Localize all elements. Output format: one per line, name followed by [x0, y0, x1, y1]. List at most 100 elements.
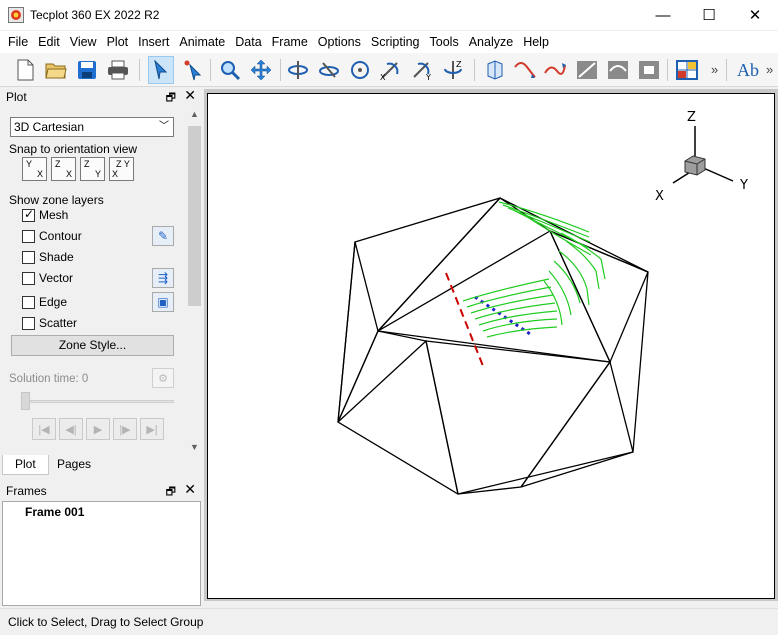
edge-checkbox[interactable]	[22, 295, 35, 309]
open-icon[interactable]	[43, 56, 69, 84]
tecplot-app-icon	[8, 7, 24, 23]
zone-layers-label: Show zone layers	[9, 193, 104, 207]
menu-analyze[interactable]: Analyze	[464, 31, 518, 53]
menu-insert[interactable]: Insert	[133, 31, 174, 53]
menu-help[interactable]: Help	[518, 31, 554, 53]
translate-icon[interactable]	[248, 56, 274, 84]
text-icon[interactable]: Ab	[733, 56, 763, 84]
solution-time-settings-icon[interactable]: ⚙	[152, 368, 174, 388]
close-button[interactable]: ✕	[732, 0, 778, 30]
toolbar-overflow-icon[interactable]: »	[711, 62, 718, 77]
frame-list-item[interactable]: Frame 001	[25, 505, 84, 519]
solution-time-slider[interactable]	[22, 400, 174, 403]
layer-contour-label: Contour	[39, 229, 82, 243]
step-back-icon[interactable]: ◀|	[59, 418, 83, 440]
plot-type-select[interactable]: 3D Cartesian ﹀	[10, 117, 174, 137]
isosurface-icon[interactable]	[605, 56, 631, 84]
slice-icon[interactable]	[574, 56, 600, 84]
frame-icon[interactable]	[674, 56, 700, 84]
layer-vector[interactable]: Vector	[22, 269, 73, 287]
menu-data[interactable]: Data	[230, 31, 266, 53]
menu-file[interactable]: File	[3, 31, 33, 53]
edge-details-icon[interactable]: ▣	[152, 292, 174, 312]
scatter-checkbox[interactable]	[22, 316, 35, 330]
mesh-wireframe	[337, 197, 649, 495]
layer-shade[interactable]: Shade	[22, 248, 74, 266]
snap-view-zx[interactable]: Z X	[51, 157, 76, 181]
axis-y-label: Y	[739, 178, 748, 193]
scroll-up-icon[interactable]: ▲	[190, 109, 199, 119]
minimize-button[interactable]: —	[640, 0, 686, 30]
layer-scatter[interactable]: Scatter	[22, 314, 77, 332]
plot-frame[interactable]: Z X Y	[207, 93, 775, 599]
mesh-checkbox[interactable]	[22, 207, 35, 222]
snap-view-3d[interactable]: Z Y X	[109, 157, 134, 181]
play-icon[interactable]: ▶	[86, 418, 110, 440]
status-text: Click to Select, Drag to Select Group	[8, 615, 204, 629]
zone-icon[interactable]	[636, 56, 662, 84]
rotate-about-z-icon[interactable]: Z	[440, 56, 466, 84]
menu-options[interactable]: Options	[313, 31, 366, 53]
layer-vector-label: Vector	[39, 271, 74, 285]
toolbar-overflow-icon-2[interactable]: »	[766, 62, 773, 77]
layer-contour[interactable]: Contour	[22, 227, 82, 245]
skip-to-end-icon[interactable]: ▶|	[140, 418, 164, 440]
tab-pages[interactable]: Pages	[45, 455, 103, 475]
plot-sidebar: 3D Cartesian ﹀ Snap to orientation view …	[0, 106, 186, 454]
layer-edge[interactable]: Edge	[22, 293, 67, 311]
slider-thumb[interactable]	[21, 392, 30, 410]
restore-icon[interactable]: 🗗	[166, 483, 176, 502]
rotate-x-icon[interactable]	[285, 56, 311, 84]
menu-tools[interactable]: Tools	[425, 31, 464, 53]
menu-edit[interactable]: Edit	[33, 31, 65, 53]
contour-checkbox[interactable]	[22, 229, 35, 243]
scroll-down-icon[interactable]: ▼	[190, 442, 199, 452]
solution-time-value: 0	[81, 373, 89, 385]
layer-mesh[interactable]: Mesh	[22, 206, 68, 224]
select-arrow-icon[interactable]	[148, 56, 174, 84]
sidebar-tabs: Plot Pages	[0, 455, 204, 475]
menu-animate[interactable]: Animate	[174, 31, 230, 53]
new-layout-icon[interactable]	[12, 56, 38, 84]
adjustor-icon[interactable]	[180, 56, 206, 84]
maximize-button[interactable]: ☐	[686, 0, 732, 30]
vector-checkbox[interactable]	[22, 271, 35, 285]
step-forward-icon[interactable]: |▶	[113, 418, 137, 440]
tab-plot[interactable]: Plot	[2, 455, 49, 475]
contour-details-icon[interactable]: ✎	[152, 226, 174, 246]
skip-to-start-icon[interactable]: |◀	[32, 418, 56, 440]
solution-time: Solution time: 0	[9, 373, 88, 385]
rotate-about-y-icon[interactable]: Y	[409, 56, 435, 84]
spherical-rotate-icon[interactable]	[347, 56, 373, 84]
zoom-icon[interactable]	[217, 56, 243, 84]
layer-scatter-label: Scatter	[39, 316, 78, 330]
solution-time-label: Solution time:	[9, 373, 79, 385]
vector-details-icon[interactable]: ⇶	[152, 268, 174, 288]
scrollbar-thumb[interactable]	[188, 126, 201, 306]
axes-triad: Z X Y	[655, 110, 748, 204]
streamline-icon[interactable]	[542, 56, 568, 84]
menu-scripting[interactable]: Scripting	[366, 31, 425, 53]
snap-axis-top: Z	[84, 159, 90, 169]
plot-panel-header: Plot 🗗 ✕	[0, 87, 204, 106]
streamtrace-icon[interactable]	[512, 56, 538, 84]
plot-panel-scrollbar[interactable]: ▲ ▼	[186, 106, 203, 454]
close-panel-icon[interactable]: ✕	[184, 481, 196, 498]
snap-view-yx[interactable]: Y X	[22, 157, 47, 181]
probe-icon[interactable]	[482, 56, 508, 84]
plot-canvas[interactable]: Z X Y	[208, 94, 774, 598]
rotate-y-icon[interactable]	[316, 56, 342, 84]
frames-panel-header: Frames 🗗 ✕	[0, 481, 204, 500]
zone-style-button[interactable]: Zone Style...	[11, 335, 174, 356]
rotate-about-x-icon[interactable]: X	[378, 56, 404, 84]
print-icon[interactable]	[105, 56, 131, 84]
plot-type-value: 3D Cartesian	[14, 120, 85, 134]
menu-frame[interactable]: Frame	[267, 31, 313, 53]
menu-plot[interactable]: Plot	[102, 31, 134, 53]
snap-view-zy[interactable]: Z Y	[80, 157, 105, 181]
window-title: Tecplot 360 EX 2022 R2	[30, 8, 160, 22]
save-icon[interactable]	[74, 56, 100, 84]
close-panel-icon[interactable]: ✕	[184, 87, 196, 104]
menu-view[interactable]: View	[65, 31, 102, 53]
shade-checkbox[interactable]	[22, 250, 35, 264]
